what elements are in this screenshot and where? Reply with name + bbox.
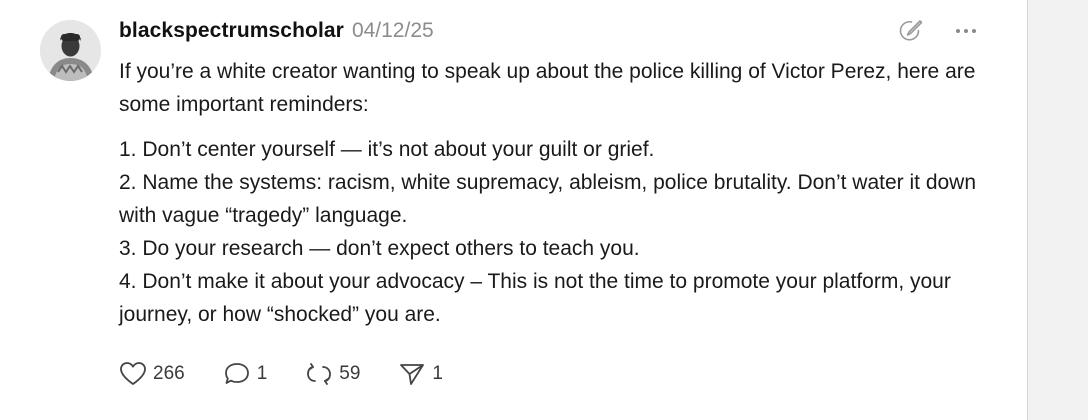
list-item: 3. Do your research — don’t expect other… <box>119 237 640 260</box>
like-button[interactable]: 266 <box>119 361 185 387</box>
restack-count: 59 <box>339 363 361 384</box>
avatar[interactable] <box>40 20 101 81</box>
post-body: If you’re a white creator wanting to spe… <box>119 55 999 331</box>
post-card: blackspectrumscholar 04/12/25 If you’re … <box>0 0 1027 420</box>
comment-count: 1 <box>256 363 268 384</box>
share-count: 1 <box>432 363 443 384</box>
list-item: 1. Don’t center yourself — it’s not abou… <box>119 138 655 161</box>
post-top-actions <box>898 18 978 44</box>
comment-button[interactable]: 1 <box>223 361 268 387</box>
restack-button[interactable]: 59 <box>305 361 360 387</box>
list-item: 2. Name the systems: racism, white supre… <box>119 171 977 227</box>
share-icon <box>398 361 426 387</box>
heart-icon <box>119 361 147 387</box>
share-button[interactable]: 1 <box>398 361 443 387</box>
list-item: 4. Don’t make it about your advocacy – T… <box>119 270 951 326</box>
avatar-image <box>40 20 101 81</box>
comment-icon <box>223 361 251 387</box>
side-panel <box>1027 0 1088 420</box>
edit-icon[interactable] <box>898 18 924 44</box>
more-icon[interactable] <box>954 27 978 35</box>
restack-icon <box>305 361 333 387</box>
post-date[interactable]: 04/12/25 <box>352 19 434 43</box>
post-intro: If you’re a white creator wanting to spe… <box>119 60 976 116</box>
post-header: blackspectrumscholar 04/12/25 <box>119 19 434 49</box>
username[interactable]: blackspectrumscholar <box>119 19 344 43</box>
like-count: 266 <box>153 363 185 384</box>
post-actions: 266 1 59 1 <box>119 361 481 387</box>
